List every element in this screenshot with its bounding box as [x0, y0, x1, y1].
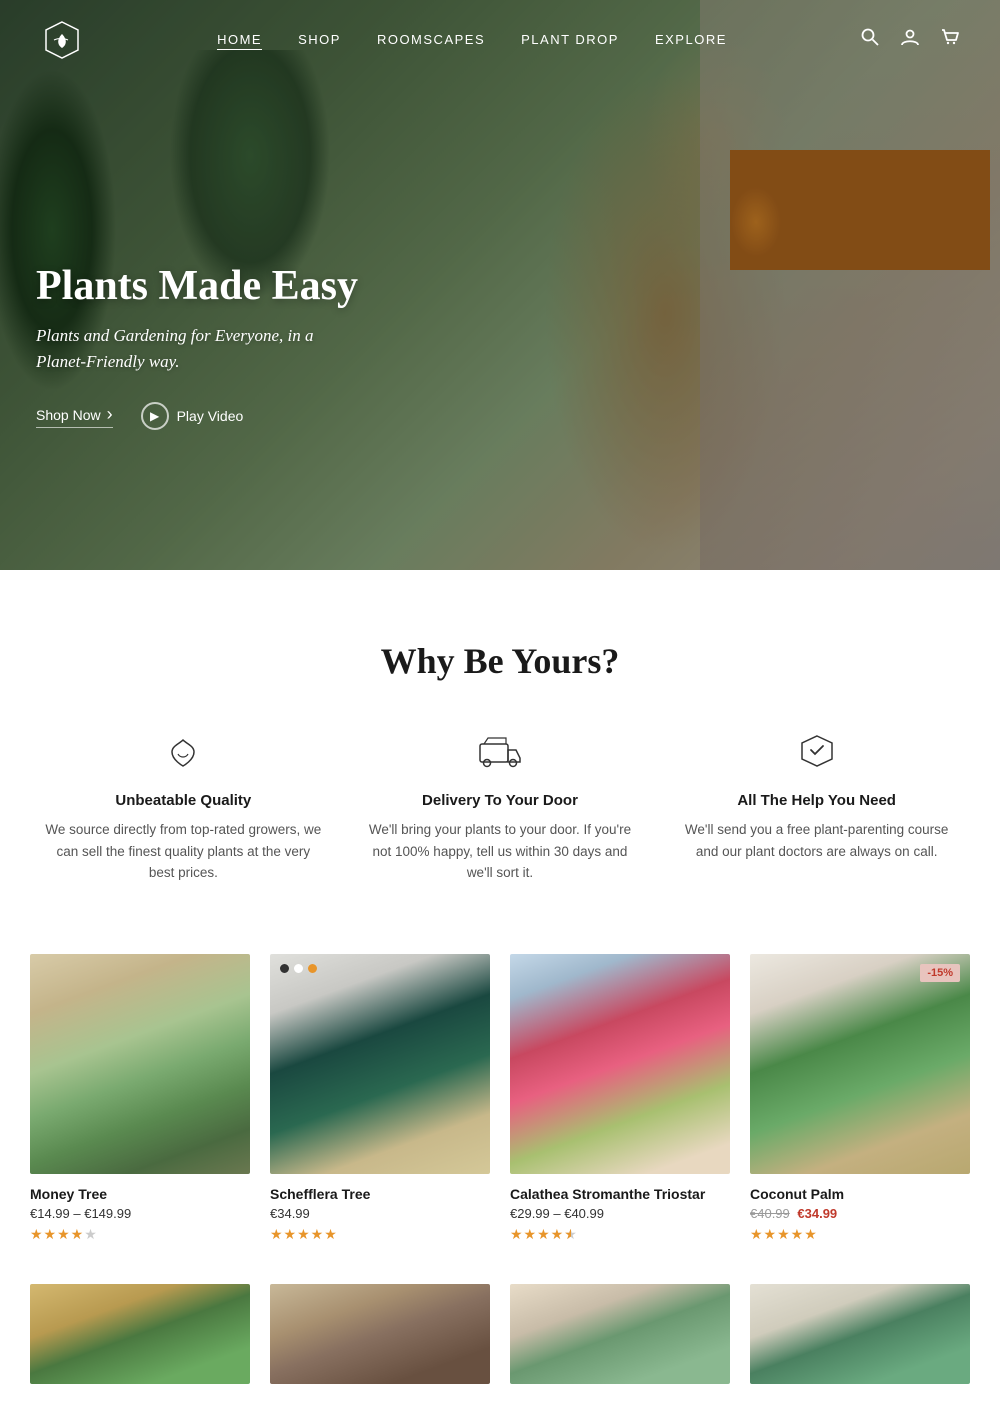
calathea-img-bg: [510, 954, 730, 1174]
delivery-desc: We'll bring your plants to your door. If…: [360, 819, 640, 884]
navigation: HOME SHOP ROOMSCAPES PLANT DROP EXPLORE: [0, 0, 1000, 80]
quality-title: Unbeatable Quality: [43, 792, 323, 809]
logo: [40, 18, 84, 62]
money-tree-name: Money Tree: [30, 1186, 250, 1202]
quality-desc: We source directly from top-rated grower…: [43, 819, 323, 884]
schefflera-price: €34.99: [270, 1206, 490, 1221]
money-tree-stars: ★★★★★: [30, 1227, 250, 1244]
help-icon: [677, 732, 957, 778]
hero-content: Plants Made Easy Plants and Gardening fo…: [36, 263, 358, 430]
bottom-card-1[interactable]: [30, 1284, 250, 1384]
schefflera-stars: ★★★★★: [270, 1227, 490, 1244]
feature-help: All The Help You Need We'll send you a f…: [677, 732, 957, 884]
schefflera-dots: [280, 964, 317, 973]
schefflera-image: [270, 954, 490, 1174]
why-section: Why Be Yours? Unbeatable Quality We sour…: [0, 570, 1000, 934]
play-icon: ▶: [141, 402, 169, 430]
feature-delivery: Delivery To Your Door We'll bring your p…: [360, 732, 640, 884]
hero-subtitle: Plants and Gardening for Everyone, in a …: [36, 323, 316, 374]
money-tree-image: [30, 954, 250, 1174]
coconut-stars: ★★★★★: [750, 1227, 970, 1244]
quality-icon: [43, 732, 323, 778]
products-grid: Money Tree €14.99 – €149.99 ★★★★★ Scheff…: [30, 954, 970, 1244]
account-icon[interactable]: [900, 27, 920, 53]
product-card-calathea[interactable]: Calathea Stromanthe Triostar €29.99 – €4…: [510, 954, 730, 1244]
calathea-image: [510, 954, 730, 1174]
coconut-name: Coconut Palm: [750, 1186, 970, 1202]
why-title: Why Be Yours?: [40, 640, 960, 682]
nav-plant-drop[interactable]: PLANT DROP: [521, 32, 619, 47]
bottom-image-1: [30, 1284, 250, 1384]
play-video-button[interactable]: ▶ Play Video: [141, 402, 244, 430]
nav-links: HOME SHOP ROOMSCAPES PLANT DROP EXPLORE: [217, 31, 727, 49]
schefflera-img-bg: [270, 954, 490, 1174]
help-title: All The Help You Need: [677, 792, 957, 809]
calathea-stars: ★★★★★★: [510, 1227, 730, 1244]
bottom-image-2: [270, 1284, 490, 1384]
coconut-price-old: €40.99: [750, 1206, 790, 1221]
product-card-schefflera[interactable]: Schefflera Tree €34.99 ★★★★★: [270, 954, 490, 1244]
dot-orange: [308, 964, 317, 973]
bottom-card-3[interactable]: [510, 1284, 730, 1384]
search-icon[interactable]: [860, 27, 880, 53]
hero-title: Plants Made Easy: [36, 263, 358, 309]
nav-roomscapes[interactable]: ROOMSCAPES: [377, 32, 485, 47]
bottom-image-3: [510, 1284, 730, 1384]
hero-actions: Shop Now ▶ Play Video: [36, 402, 358, 430]
nav-explore[interactable]: EXPLORE: [655, 32, 727, 47]
hero-section: HOME SHOP ROOMSCAPES PLANT DROP EXPLORE: [0, 0, 1000, 570]
coconut-badge: -15%: [920, 964, 960, 982]
delivery-title: Delivery To Your Door: [360, 792, 640, 809]
calathea-price: €29.99 – €40.99: [510, 1206, 730, 1221]
coconut-price-sale: €34.99: [797, 1206, 837, 1221]
bottom-card-2[interactable]: [270, 1284, 490, 1384]
dot-dark: [280, 964, 289, 973]
coconut-img-bg: [750, 954, 970, 1174]
nav-icons: [860, 27, 960, 53]
nav-home[interactable]: HOME: [217, 32, 262, 50]
shop-now-button[interactable]: Shop Now: [36, 404, 113, 428]
nav-shop[interactable]: SHOP: [298, 32, 341, 47]
coconut-image: -15%: [750, 954, 970, 1174]
help-desc: We'll send you a free plant-parenting co…: [677, 819, 957, 862]
bottom-card-4[interactable]: [750, 1284, 970, 1384]
product-card-money-tree[interactable]: Money Tree €14.99 – €149.99 ★★★★★: [30, 954, 250, 1244]
money-tree-price: €14.99 – €149.99: [30, 1206, 250, 1221]
schefflera-name: Schefflera Tree: [270, 1186, 490, 1202]
cart-icon[interactable]: [940, 27, 960, 53]
products-section: Money Tree €14.99 – €149.99 ★★★★★ Scheff…: [0, 934, 1000, 1284]
delivery-icon: [360, 732, 640, 778]
money-tree-img-bg: [30, 954, 250, 1174]
dot-white: [294, 964, 303, 973]
feature-quality: Unbeatable Quality We source directly fr…: [43, 732, 323, 884]
product-card-coconut[interactable]: -15% Coconut Palm €40.99 €34.99 ★★★★★: [750, 954, 970, 1244]
bottom-image-4: [750, 1284, 970, 1384]
calathea-name: Calathea Stromanthe Triostar: [510, 1186, 730, 1202]
coconut-price: €40.99 €34.99: [750, 1206, 970, 1221]
bottom-products-row: [0, 1284, 1000, 1414]
features-grid: Unbeatable Quality We source directly fr…: [40, 732, 960, 884]
